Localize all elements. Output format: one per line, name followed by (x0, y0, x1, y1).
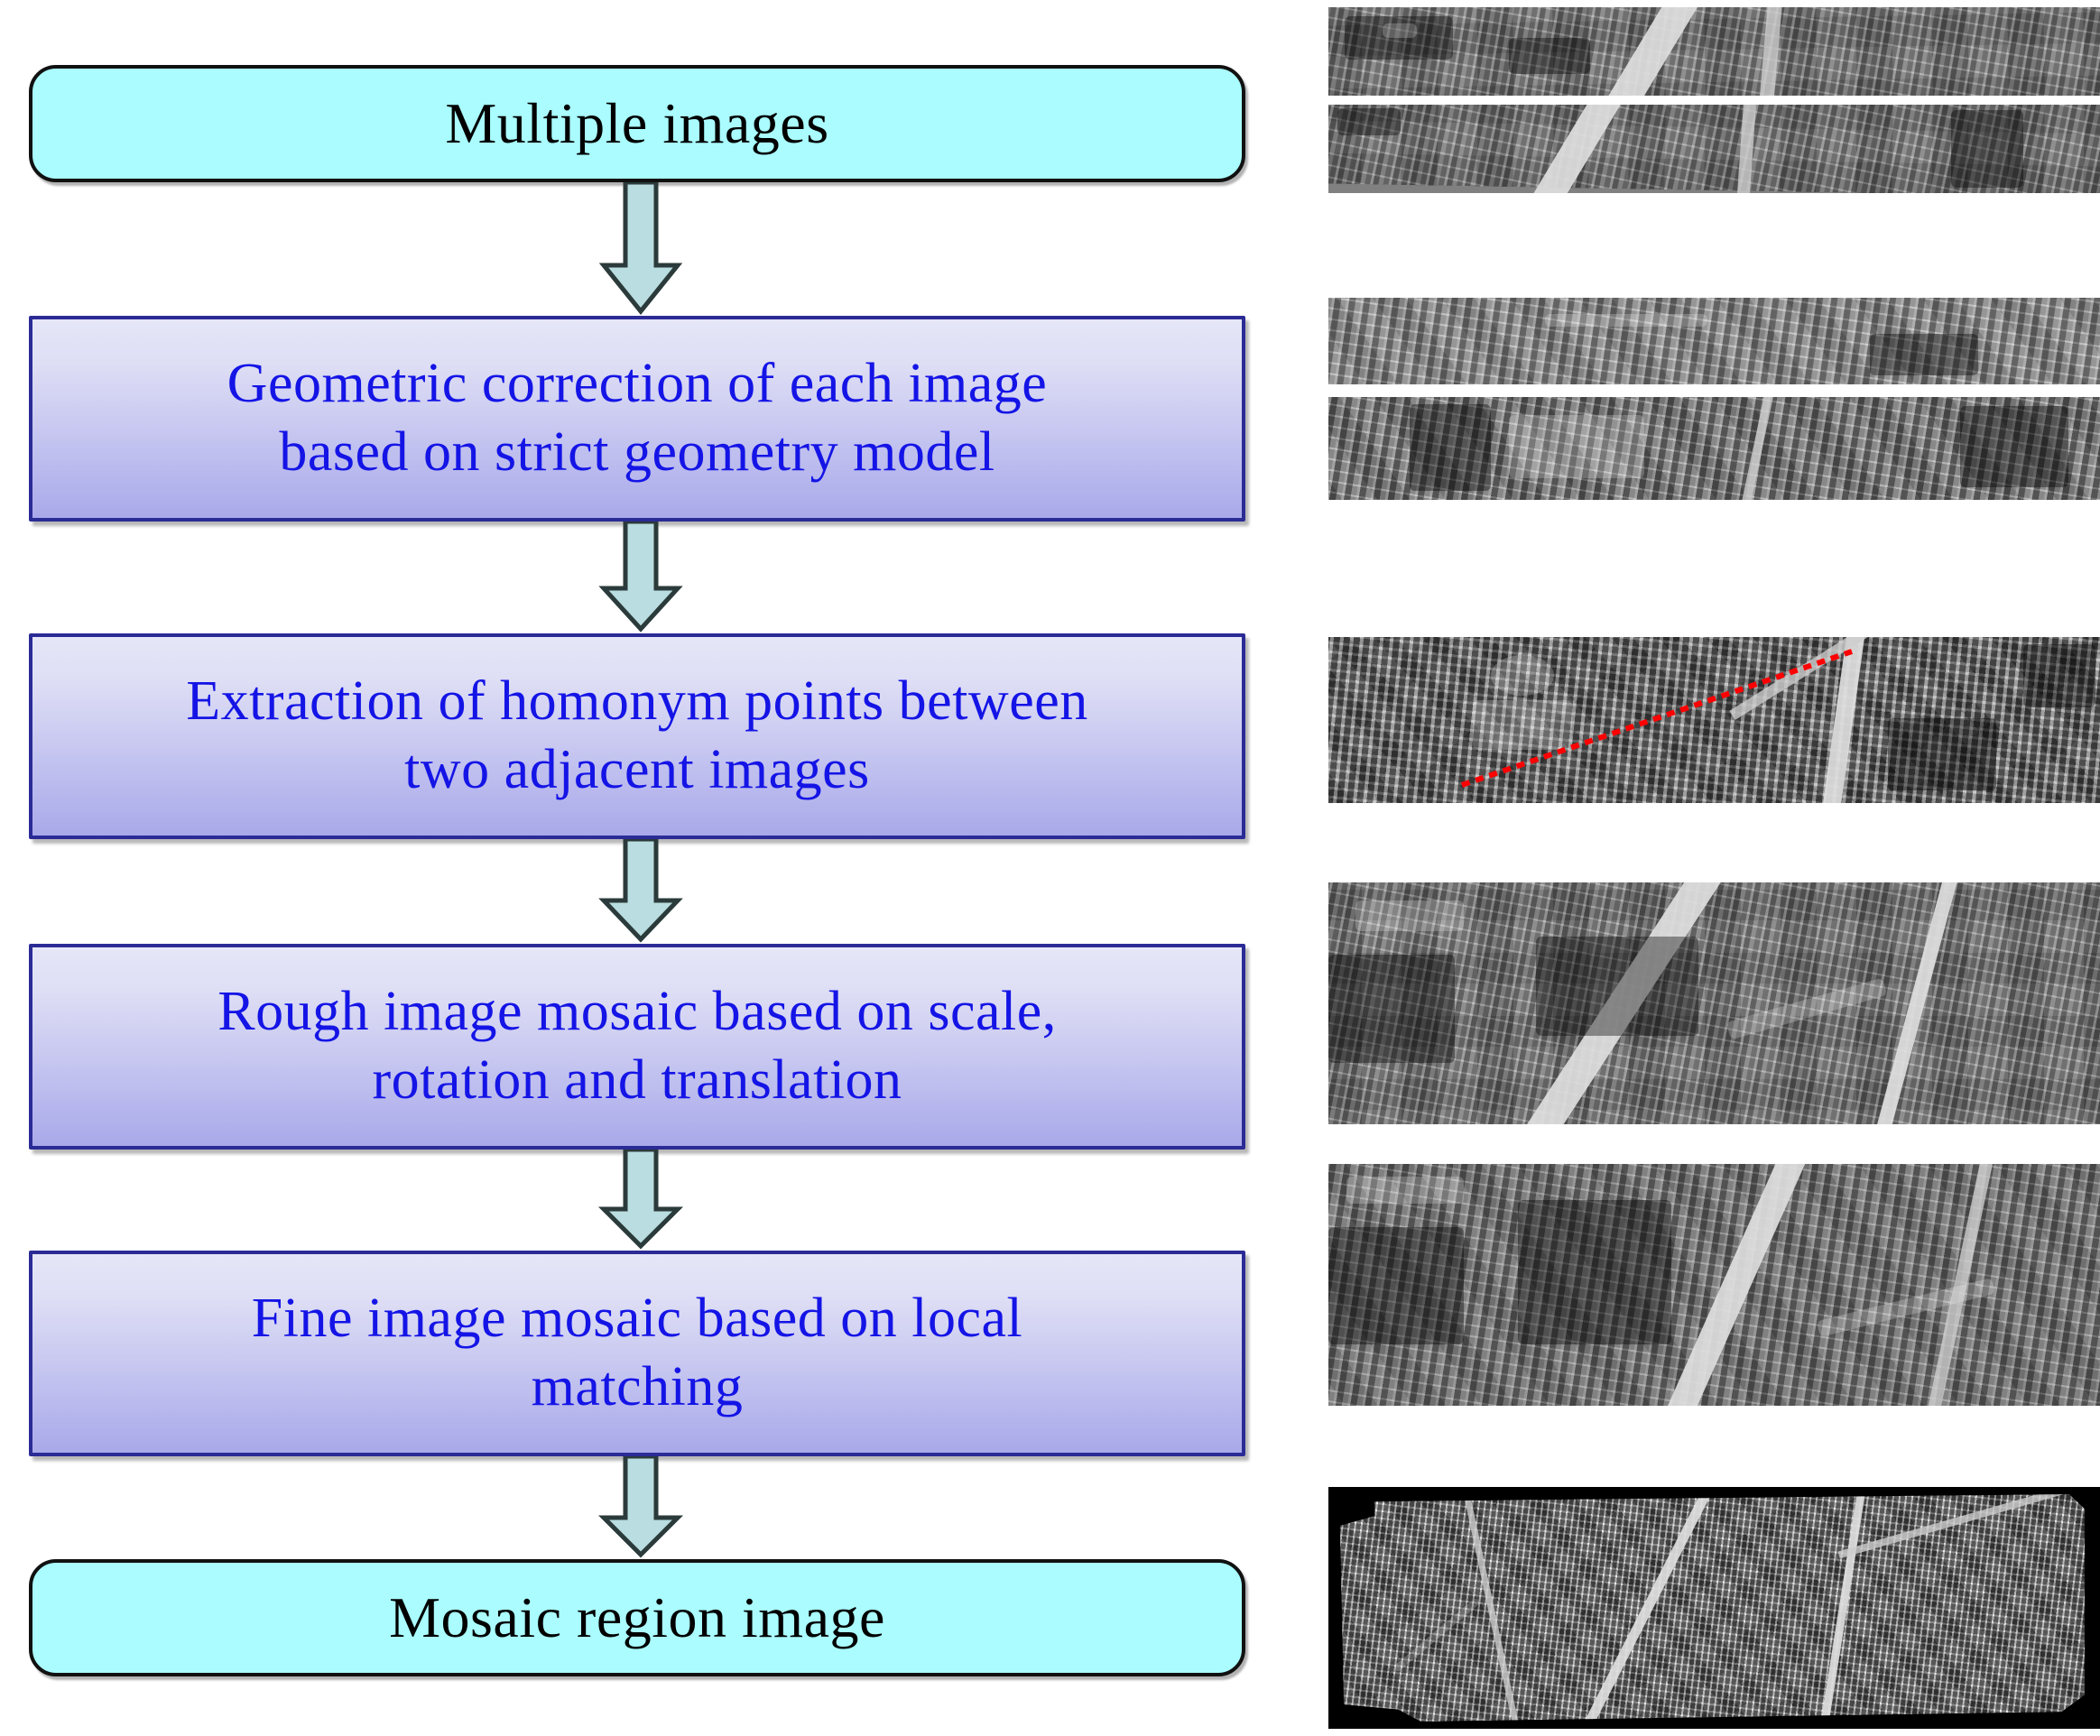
flow-arrow-1 (591, 182, 690, 316)
flow-arrow-5 (591, 1456, 690, 1559)
homonym-match-line (1461, 649, 1853, 788)
flowchart-column: Multiple images Geometric correction of … (0, 0, 1300, 1736)
flow-node-homonym-extraction[interactable]: Extraction of homonym points between two… (29, 633, 1245, 839)
thumbnail-raw-aerial-strip-b (1328, 105, 2100, 193)
flow-node-label-line1: Fine image mosaic based on local (251, 1288, 1023, 1350)
thumbnail-raw-aerial-strip-a (1328, 7, 2100, 96)
flow-node-label-line1: Extraction of homonym points between (186, 670, 1088, 733)
flow-node-geometric-correction[interactable]: Geometric correction of each image based… (29, 316, 1245, 522)
flow-node-multiple-images[interactable]: Multiple images (29, 65, 1245, 182)
flow-node-label-line2: matching (531, 1356, 744, 1417)
thumbnail-corrected-aerial-strip-a (1328, 298, 2100, 384)
flow-arrow-2 (591, 522, 690, 633)
flow-arrow-3 (591, 839, 690, 944)
thumbnail-rough-mosaic (1328, 882, 2100, 1124)
thumbnail-homonym-match-overlay (1328, 637, 2100, 803)
flow-arrow-4 (591, 1150, 690, 1251)
flow-node-label-line2: based on strict geometry model (279, 421, 995, 483)
thumbnail-fine-mosaic (1328, 1164, 2100, 1406)
flow-node-rough-mosaic[interactable]: Rough image mosaic based on scale, rotat… (29, 944, 1245, 1150)
flow-node-label-line1: Geometric correction of each image (227, 353, 1048, 415)
thumbnail-final-mosaic-region (1328, 1487, 2100, 1729)
flow-node-label-line2: two adjacent images (404, 739, 870, 800)
thumbnail-corrected-aerial-strip-b (1328, 397, 2100, 500)
flow-node-label-line2: rotation and translation (372, 1049, 902, 1111)
flow-node-label: Mosaic region image (389, 1584, 885, 1649)
flow-node-fine-mosaic[interactable]: Fine image mosaic based on local matchin… (29, 1251, 1245, 1456)
flow-node-mosaic-region-image[interactable]: Mosaic region image (29, 1559, 1245, 1676)
thumbnail-column (1328, 0, 2100, 1736)
flow-node-label-line1: Rough image mosaic based on scale, (217, 981, 1057, 1043)
flow-node-label: Multiple images (445, 90, 829, 155)
